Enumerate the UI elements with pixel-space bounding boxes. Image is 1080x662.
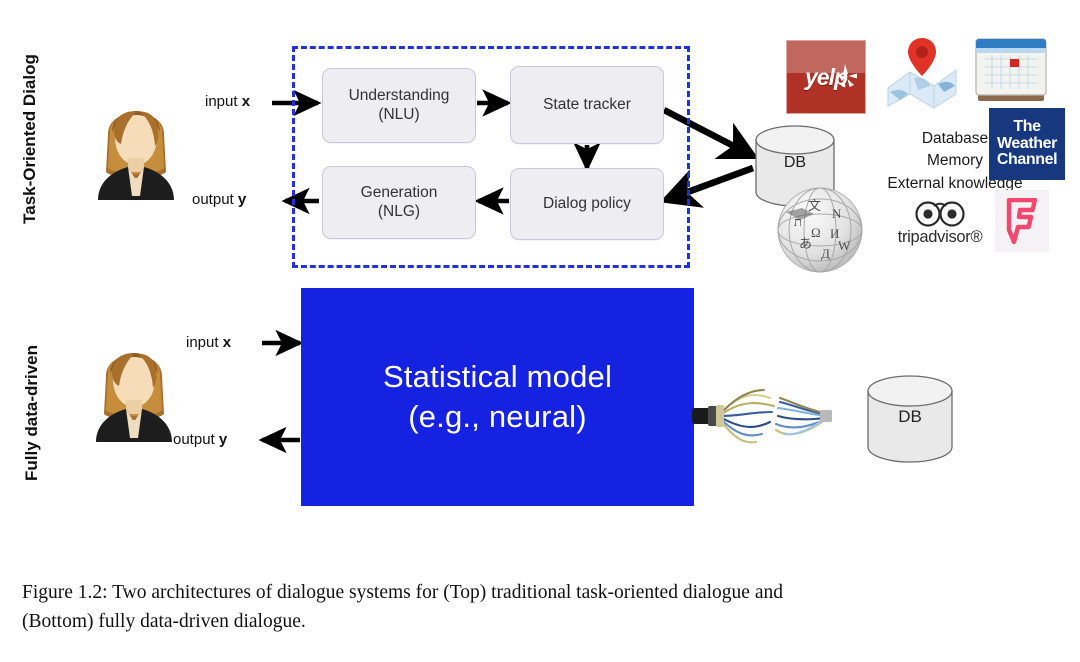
svg-text:Д: Д	[821, 246, 830, 261]
row-label-fully-data-driven: Fully data-driven	[22, 344, 41, 482]
output-label-top: output y	[192, 191, 246, 208]
output-label-bottom: output y	[173, 431, 227, 448]
module-state-tracker-line1: State tracker	[543, 95, 631, 113]
input-word-top: input	[205, 93, 238, 110]
user-avatar-top	[88, 88, 184, 200]
statistical-model-line1: Statistical model	[382, 359, 613, 395]
user-avatar-bottom	[86, 330, 182, 442]
calendar-logo	[972, 33, 1050, 107]
tripadvisor-owl-icon	[915, 201, 965, 227]
statistical-model-box[interactable]: Statistical model (e.g., neural)	[301, 288, 694, 506]
weather-channel-logo: The Weather Channel	[989, 108, 1065, 180]
svg-text:あ: あ	[799, 236, 812, 251]
weather-channel-line1: The	[1013, 117, 1041, 135]
weather-channel-line2: Weather	[996, 134, 1058, 152]
figure-canvas: Task-Oriented Dialog input x output y Un…	[0, 0, 1080, 662]
yelp-burst-icon	[837, 64, 857, 88]
figure-caption-line2: (Bottom) fully data-driven dialogue.	[22, 611, 306, 633]
tripadvisor-wordmark: tripadvisor®	[897, 228, 983, 246]
database-label-top: DB	[783, 154, 807, 171]
output-var-bottom: y	[218, 431, 228, 448]
statistical-model-line2: (e.g., neural)	[408, 399, 587, 434]
tripadvisor-logo: tripadvisor®	[884, 198, 996, 250]
module-understanding-nlu[interactable]: Understanding (NLU)	[322, 68, 476, 143]
output-var-top: y	[237, 191, 247, 208]
database-label-bottom: DB	[898, 407, 922, 426]
module-state-tracker[interactable]: State tracker	[510, 66, 664, 144]
module-dialog-policy[interactable]: Dialog policy	[510, 168, 664, 240]
figure-caption-line1: Figure 1.2: Two architectures of dialogu…	[22, 582, 783, 603]
module-understanding-line2: (NLU)	[378, 105, 420, 123]
svg-text:文: 文	[808, 198, 821, 213]
map-pin-logo	[884, 32, 960, 110]
module-generation-line1: Generation	[360, 183, 438, 201]
foursquare-glyph-icon	[1006, 198, 1038, 244]
network-cable-graphic	[692, 372, 864, 458]
svg-text:Ω: Ω	[811, 225, 821, 240]
database-cylinder-bottom: DB	[862, 374, 958, 464]
module-generation-line2: (NLG)	[377, 202, 421, 220]
input-label-bottom: input x	[186, 334, 231, 351]
figure-caption: Figure 1.2: Two architectures of dialogu…	[22, 578, 1066, 637]
weather-channel-line3: Channel	[996, 151, 1058, 169]
input-var-bottom: x	[222, 334, 232, 351]
foursquare-logo	[995, 190, 1049, 252]
input-word-bottom: input	[186, 334, 219, 351]
yelp-logo: yelp	[786, 40, 866, 114]
output-word-bottom: output	[173, 431, 215, 448]
wikipedia-globe-logo: 文 N ת Ω И あ Д W	[772, 182, 868, 278]
svg-text:W: W	[838, 238, 851, 253]
module-generation-nlg[interactable]: Generation (NLG)	[322, 166, 476, 239]
module-understanding-line1: Understanding	[348, 86, 450, 104]
svg-text:N: N	[832, 206, 842, 221]
module-dialog-policy-line1: Dialog policy	[543, 194, 631, 212]
row-label-task-oriented: Task-Oriented Dialog	[20, 54, 39, 224]
input-var-top: x	[241, 93, 251, 110]
input-label-top: input x	[205, 93, 250, 110]
output-word-top: output	[192, 191, 234, 208]
